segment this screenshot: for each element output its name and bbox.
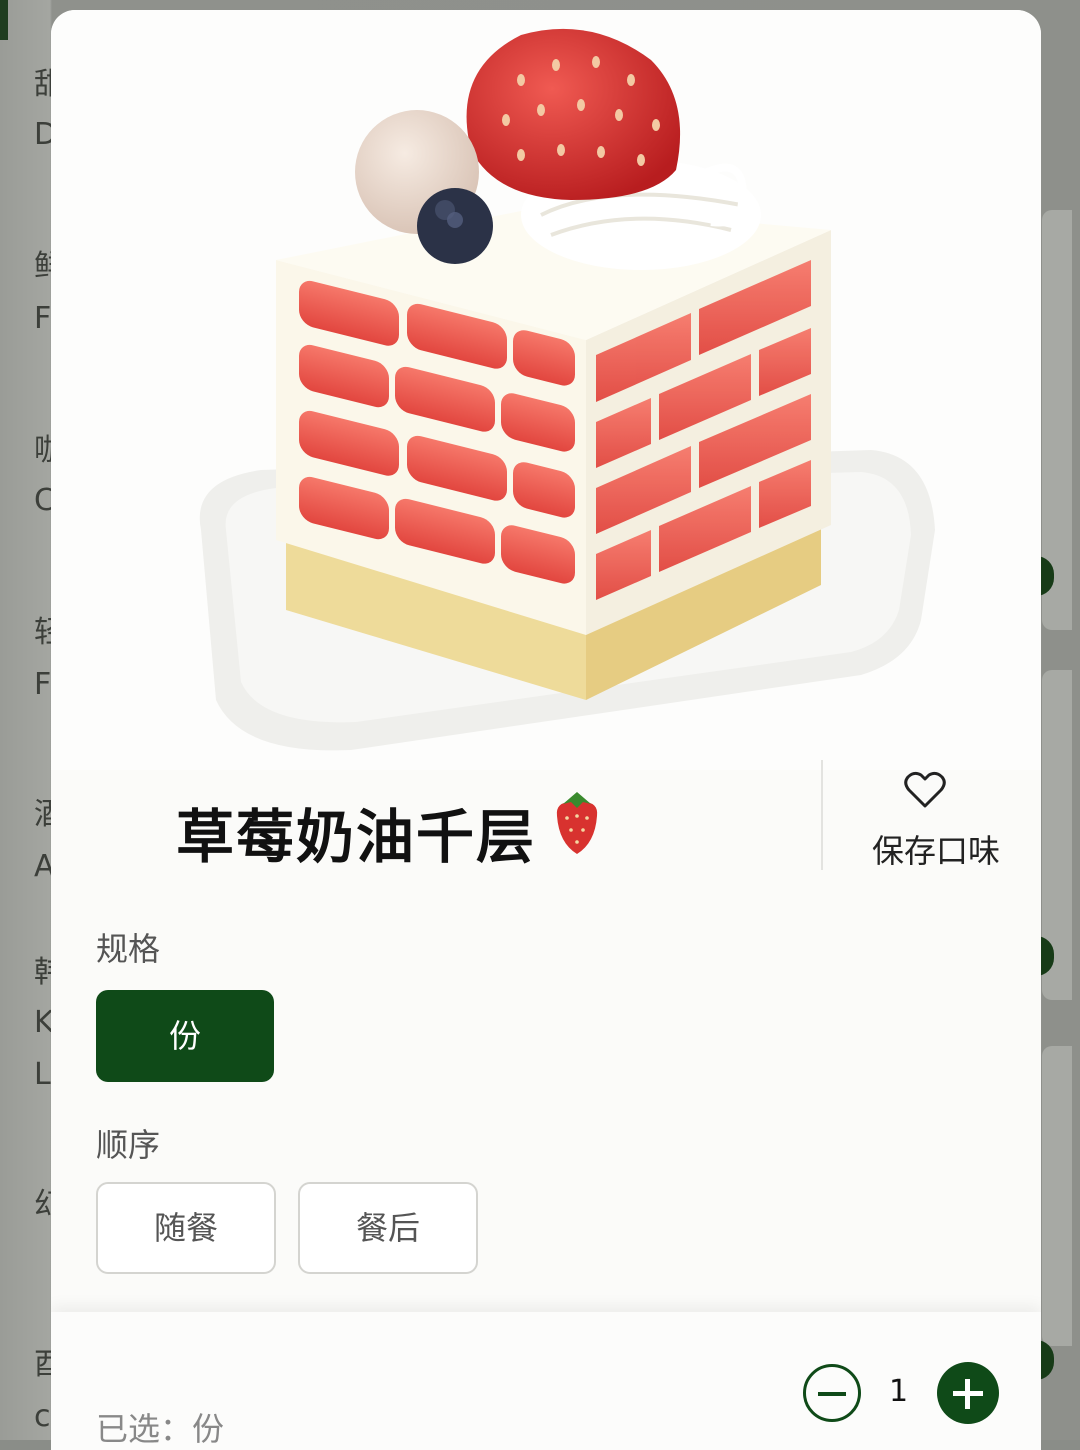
selection-footer: 已选：份 1 [51, 1312, 1041, 1450]
quantity-value: 1 [889, 1374, 909, 1409]
background-text-fragment: F [34, 667, 52, 702]
cake-illustration [199, 28, 935, 751]
minus-icon [818, 1392, 846, 1396]
save-flavor-button[interactable]: 保存口味 [851, 770, 1021, 870]
decrease-quantity-button[interactable] [803, 1364, 861, 1422]
background-category-indicator [0, 0, 8, 40]
order-option-with-meal[interactable]: 随餐 [96, 1182, 276, 1274]
title-divider [821, 760, 823, 870]
order-section-label: 顺序 [96, 1126, 161, 1164]
product-title-row: 草莓奶油千层 保存口味 [51, 760, 1041, 880]
background-text-fragment: F [34, 301, 52, 336]
spec-section-label: 规格 [96, 930, 161, 968]
product-detail-sheet: 草莓奶油千层 保存口味 规格 份 顺序 随餐 餐后 已选：份 1 [51, 10, 1041, 1450]
spec-option-portion[interactable]: 份 [96, 990, 274, 1082]
increase-quantity-button[interactable] [937, 1362, 999, 1424]
save-flavor-label: 保存口味 [871, 832, 1000, 870]
plus-icon-stem [965, 1379, 970, 1409]
selected-summary: 已选：份 [96, 1410, 225, 1448]
product-image [51, 10, 1041, 770]
order-option-after-meal[interactable]: 餐后 [298, 1182, 478, 1274]
strawberry-icon [556, 792, 598, 854]
background-text-fragment: c [34, 1399, 51, 1434]
background-text-fragment: L [34, 1057, 51, 1092]
background-product-card [1042, 1046, 1072, 1346]
product-name: 草莓奶油千层 [176, 803, 537, 871]
heart-outline-icon [904, 771, 946, 808]
